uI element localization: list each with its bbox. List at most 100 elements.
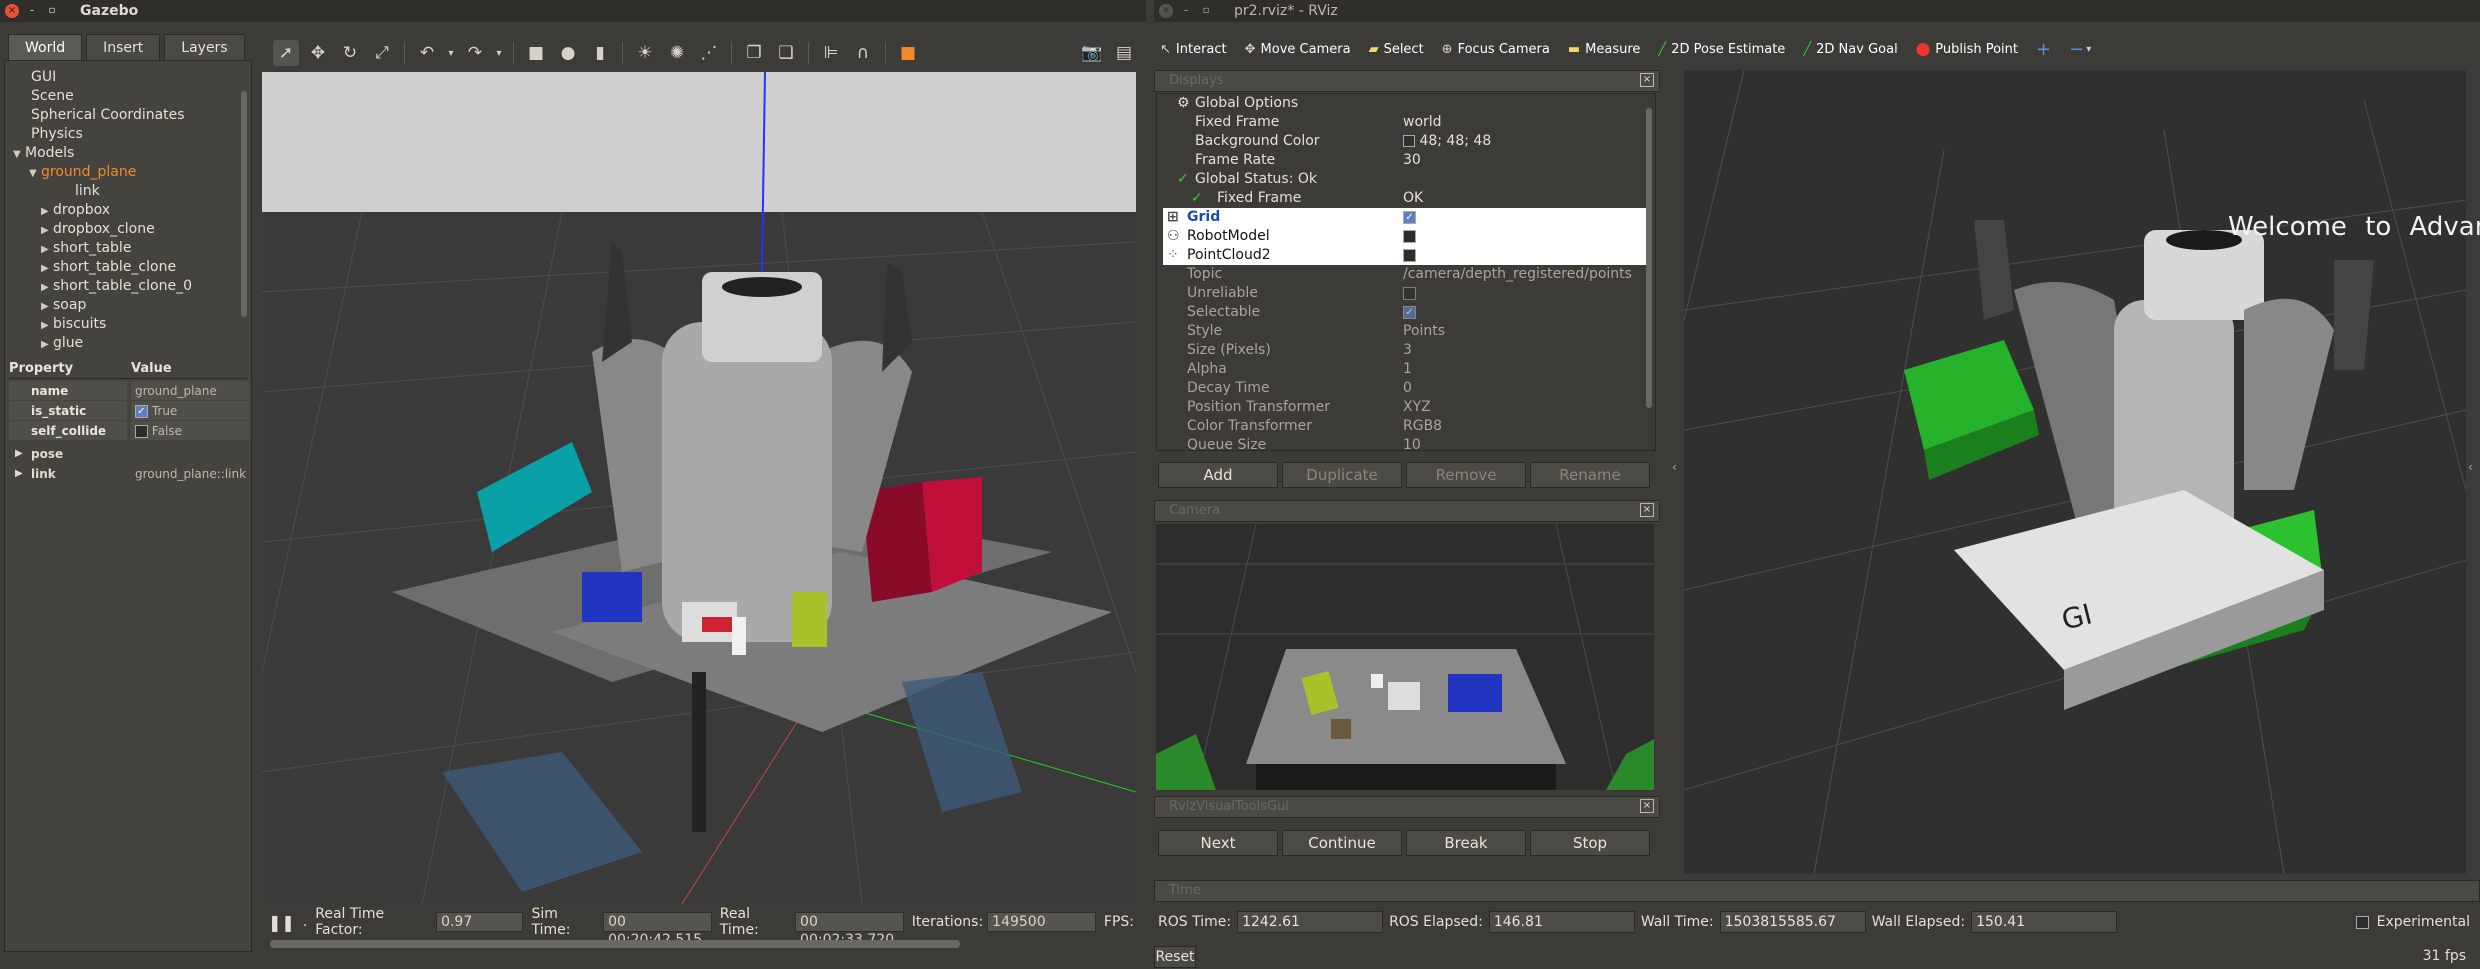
tree-model-item[interactable]: ▶ glue: [41, 335, 83, 351]
tool-focus-camera[interactable]: ⊕ Focus Camera: [1442, 42, 1550, 57]
tree-physics[interactable]: Physics: [31, 126, 83, 142]
copy-icon[interactable]: ❐: [741, 40, 767, 66]
minimize-icon[interactable]: –: [1179, 4, 1193, 18]
chevron-down-icon[interactable]: ▾: [446, 40, 456, 66]
point-light-icon[interactable]: ☀: [632, 40, 658, 66]
remove-button[interactable]: Remove: [1406, 462, 1526, 488]
rviz-3d-view[interactable]: GI: [1684, 70, 2466, 874]
camera-view[interactable]: [1156, 524, 1654, 790]
tree-model-item[interactable]: ▶ short_table_clone: [41, 259, 176, 275]
log-icon[interactable]: ▤: [1111, 40, 1137, 66]
prop-link[interactable]: ▶ link ground_plane::link: [9, 464, 249, 484]
display-grid[interactable]: ⊞ Grid ✓: [1163, 208, 1647, 227]
align-icon[interactable]: ⊫: [818, 40, 844, 66]
prop-size[interactable]: Size (Pixels) 3: [1163, 341, 1647, 360]
undo-icon[interactable]: ↶: [414, 40, 440, 66]
prop-background-color[interactable]: Background Color 48; 48; 48: [1163, 132, 1647, 151]
tab-insert[interactable]: Insert: [86, 34, 161, 60]
tree-link[interactable]: link: [75, 183, 100, 199]
reset-button[interactable]: Reset: [1154, 946, 1196, 968]
maximize-icon[interactable]: ▫: [1199, 4, 1213, 18]
add-tool-button[interactable]: +: [2036, 39, 2051, 60]
prop-decay-time[interactable]: Decay Time 0: [1163, 379, 1647, 398]
sphere-shape-icon[interactable]: ●: [555, 40, 581, 66]
spot-light-icon[interactable]: ✺: [664, 40, 690, 66]
tool-select[interactable]: ▰ Select: [1369, 42, 1424, 57]
remove-tool-button[interactable]: − ▾: [2069, 39, 2091, 60]
close-icon[interactable]: ×: [1640, 73, 1654, 87]
tree-model-item[interactable]: ▶ soap: [41, 297, 86, 313]
prop-color-transformer[interactable]: Color Transformer RGB8: [1163, 417, 1647, 436]
tool-measure[interactable]: ▬ Measure: [1568, 42, 1641, 57]
paste-icon[interactable]: ❏: [773, 40, 799, 66]
chevron-down-icon[interactable]: ▼: [13, 149, 25, 160]
next-button[interactable]: Next: [1158, 830, 1278, 856]
prop-pose[interactable]: ▶ pose: [9, 444, 249, 464]
prop-status-fixed-frame[interactable]: ✓ Fixed Frame OK: [1163, 189, 1647, 208]
prop-name[interactable]: name ground_plane: [9, 381, 249, 401]
chevron-down-icon[interactable]: ▼: [29, 168, 41, 179]
tool-move-camera[interactable]: ✥ Move Camera: [1245, 42, 1351, 57]
prop-topic[interactable]: Topic/camera/depth_registered/points: [1163, 265, 1647, 284]
tree-scrollbar[interactable]: [241, 91, 247, 317]
close-icon[interactable]: ×: [1640, 503, 1654, 517]
tree-model-item[interactable]: ▶ short_table_clone_0: [41, 278, 192, 294]
tree-ground-plane[interactable]: ▼ ground_plane: [29, 164, 136, 180]
displays-scrollbar[interactable]: [1646, 108, 1652, 408]
stop-button[interactable]: Stop: [1530, 830, 1650, 856]
continue-button[interactable]: Continue: [1282, 830, 1402, 856]
scale-icon[interactable]: ⤢: [369, 40, 395, 66]
tree-model-item[interactable]: ▶ dropbox_clone: [41, 221, 155, 237]
close-icon[interactable]: ×: [1159, 4, 1173, 18]
prop-selectable[interactable]: Selectable ✓: [1163, 303, 1647, 322]
prop-fixed-frame[interactable]: Fixed Frame world: [1163, 113, 1647, 132]
maximize-icon[interactable]: ▫: [45, 4, 59, 18]
prop-queue-size[interactable]: Queue Size 10: [1163, 436, 1647, 450]
pause-icon[interactable]: ❚❚: [268, 913, 295, 932]
prop-alpha[interactable]: Alpha 1: [1163, 360, 1647, 379]
gazebo-viewport[interactable]: [262, 72, 1136, 904]
display-pointcloud2[interactable]: ⁘ PointCloud2: [1163, 246, 1647, 265]
tree-model-item[interactable]: ▶ short_table: [41, 240, 131, 256]
minimize-icon[interactable]: –: [25, 4, 39, 18]
display-global-options[interactable]: ⚙ Global Options: [1163, 94, 1647, 113]
close-icon[interactable]: ×: [1640, 799, 1654, 813]
tree-models[interactable]: ▼ Models: [13, 145, 74, 161]
display-robot-model[interactable]: ⚇ RobotModel: [1163, 227, 1647, 246]
rename-button[interactable]: Rename: [1530, 462, 1650, 488]
tree-scene[interactable]: Scene: [31, 88, 74, 104]
prop-style[interactable]: Style Points: [1163, 322, 1647, 341]
tool-publish-point[interactable]: ⬤ Publish Point: [1916, 42, 2018, 57]
screenshot-icon[interactable]: 📷: [1079, 40, 1105, 66]
change-view-icon[interactable]: ■: [895, 40, 921, 66]
close-icon[interactable]: ×: [5, 4, 19, 18]
select-arrow-icon[interactable]: ➚: [273, 40, 299, 66]
prop-global-status[interactable]: ✓ Global Status: Ok: [1163, 170, 1647, 189]
break-button[interactable]: Break: [1406, 830, 1526, 856]
experimental-checkbox[interactable]: [2355, 915, 2369, 929]
prop-position-transformer[interactable]: Position Transformer XYZ: [1163, 398, 1647, 417]
tab-layers[interactable]: Layers: [164, 34, 245, 60]
add-button[interactable]: Add: [1158, 462, 1278, 488]
prop-frame-rate[interactable]: Frame Rate 30: [1163, 151, 1647, 170]
box-shape-icon[interactable]: ■: [523, 40, 549, 66]
prop-is-static[interactable]: is_static ✓ True: [9, 401, 249, 421]
rotate-icon[interactable]: ↻: [337, 40, 363, 66]
directional-light-icon[interactable]: ⋰: [696, 40, 722, 66]
tool-2d-pose-estimate[interactable]: ╱ 2D Pose Estimate: [1658, 42, 1785, 57]
translate-icon[interactable]: ✥: [305, 40, 331, 66]
collapse-right-icon[interactable]: ‹: [2468, 460, 2473, 474]
tree-gui[interactable]: GUI: [31, 69, 56, 85]
tool-2d-nav-goal[interactable]: ╱ 2D Nav Goal: [1803, 42, 1897, 57]
duplicate-button[interactable]: Duplicate: [1282, 462, 1402, 488]
tab-world[interactable]: World: [8, 34, 83, 60]
tree-model-item[interactable]: ▶ biscuits: [41, 316, 106, 332]
prop-self-collide[interactable]: self_collide False: [9, 421, 249, 441]
snap-icon[interactable]: ∩: [850, 40, 876, 66]
tree-model-item[interactable]: ▶ dropbox: [41, 202, 110, 218]
step-icon[interactable]: .: [303, 914, 307, 930]
collapse-left-icon[interactable]: ‹: [1672, 460, 1677, 474]
chevron-down-icon[interactable]: ▾: [494, 40, 504, 66]
tool-interact[interactable]: ↖ Interact: [1160, 42, 1227, 57]
cylinder-shape-icon[interactable]: ▮: [587, 40, 613, 66]
